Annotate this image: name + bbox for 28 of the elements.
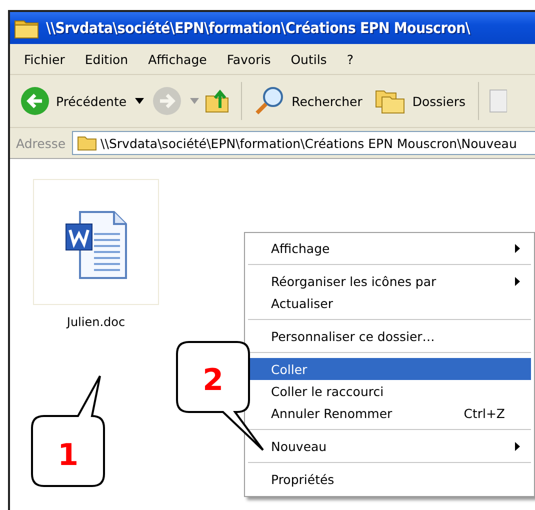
menu-item[interactable]: Coller bbox=[248, 358, 531, 380]
folders-button[interactable]: Dossiers bbox=[370, 85, 470, 117]
menu-item[interactable]: ? bbox=[336, 52, 364, 66]
back-button[interactable]: Précédente bbox=[16, 84, 131, 118]
menu-item[interactable]: Actualiser bbox=[248, 292, 531, 314]
callout-number: 2 bbox=[202, 363, 224, 398]
file-name[interactable]: Julien.doc bbox=[66, 315, 126, 329]
menu-item[interactable]: Réorganiser les icônes par bbox=[248, 270, 531, 292]
menu-item[interactable]: Affichage bbox=[248, 237, 531, 259]
menu-item[interactable]: Personnaliser ce dossier… bbox=[248, 325, 531, 347]
callout-number: 1 bbox=[58, 438, 78, 473]
search-icon bbox=[254, 85, 286, 117]
menu-item[interactable]: Favoris bbox=[216, 52, 281, 66]
menu-item[interactable]: Propriétés bbox=[248, 468, 531, 490]
window-title: \\Srvdata\société\EPN\formation\Créations EPN Mouscron\ bbox=[46, 19, 470, 37]
folder-icon bbox=[76, 135, 97, 151]
menu-item[interactable]: Outils bbox=[280, 52, 337, 66]
search-button[interactable]: Rechercher bbox=[250, 83, 366, 119]
address-field[interactable]: \\Srvdata\société\EPN\formation\Créations EPN Mouscron\Nouveau bbox=[72, 131, 535, 155]
menu-item[interactable]: Fichier bbox=[14, 52, 75, 66]
menu-item[interactable]: Affichage bbox=[138, 52, 217, 66]
menu-item[interactable]: Edition bbox=[74, 52, 138, 66]
menu-item[interactable]: Annuler Renommer Ctrl+Z bbox=[248, 402, 531, 424]
file-thumbnail[interactable] bbox=[33, 179, 159, 305]
caret-icon[interactable] bbox=[134, 98, 144, 104]
address-label: Adresse bbox=[16, 136, 66, 150]
menu-item[interactable]: Nouveau bbox=[248, 435, 531, 457]
menu-item[interactable]: Coller le raccourci bbox=[248, 380, 531, 402]
